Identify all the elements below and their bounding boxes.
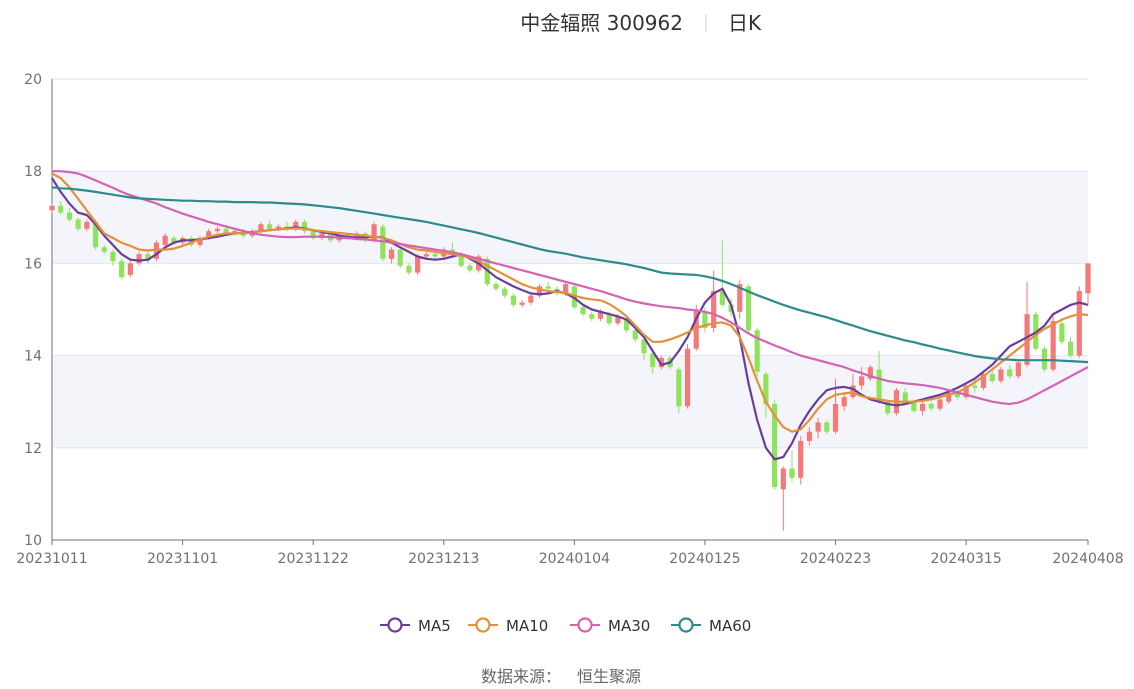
- candle-body: [876, 369, 882, 402]
- chart-title-period: 日K: [728, 11, 762, 35]
- candle-body: [676, 369, 682, 407]
- candle-body: [415, 256, 421, 273]
- candle-body: [937, 399, 943, 409]
- candle-body: [84, 221, 90, 229]
- grid-band: [52, 171, 1088, 264]
- kline-chart: 中金辐照 300962 日K 101214161820 20231011 2023…: [16, 11, 1124, 686]
- x-tick-label: 20240315: [930, 551, 1001, 567]
- legend-label-ma10: MA10: [506, 617, 548, 635]
- candle-body: [1007, 369, 1013, 377]
- legend-marker-ma10: [475, 617, 491, 633]
- chart-title-stock: 中金辐照 300962: [520, 11, 683, 35]
- legend[interactable]: MA5 MA10 MA30 MA60: [380, 617, 751, 635]
- x-tick-label: 20240408: [1052, 551, 1123, 567]
- candle-body: [859, 376, 865, 386]
- candle-body: [214, 228, 221, 232]
- candle-body: [919, 404, 926, 411]
- x-tick-label: 20240223: [800, 551, 871, 567]
- candle-body: [502, 288, 508, 296]
- grid-band: [52, 355, 1088, 448]
- candle-body: [528, 295, 534, 303]
- candle-body: [58, 205, 64, 213]
- candle-body: [493, 284, 499, 289]
- candle-body: [267, 224, 273, 229]
- candle-body: [406, 265, 412, 273]
- candle-body: [432, 254, 438, 257]
- candle-body: [832, 404, 839, 432]
- y-tick-label: 14: [24, 349, 42, 365]
- candle-body: [684, 348, 691, 407]
- candle-body: [806, 431, 813, 441]
- x-tick-label: 20240104: [539, 551, 610, 567]
- candle-body: [580, 307, 586, 315]
- candle-body: [632, 330, 638, 340]
- candle-body: [824, 422, 830, 432]
- candle-body: [1059, 323, 1065, 342]
- legend-label-ma30: MA30: [608, 617, 650, 635]
- y-tick-label: 18: [24, 164, 42, 180]
- chart-title: 中金辐照 300962 日K: [520, 11, 762, 35]
- candle-body: [545, 286, 551, 289]
- candle-body: [972, 385, 978, 388]
- x-tick-label: 20231101: [147, 551, 218, 567]
- y-tick-label: 12: [24, 441, 42, 457]
- source-name: 恒生聚源: [577, 667, 641, 686]
- candle-body: [815, 422, 821, 432]
- legend-marker-ma60: [678, 617, 694, 633]
- candle-body: [66, 212, 73, 220]
- candle-body: [1067, 341, 1074, 356]
- candle-body: [75, 219, 81, 229]
- candle-body: [989, 374, 995, 381]
- candle-body: [127, 263, 133, 275]
- candle-body: [49, 205, 55, 211]
- candle-body: [1050, 321, 1056, 370]
- y-tick-label: 10: [24, 533, 42, 549]
- y-axis: 10 12 14 16 18 20: [24, 72, 42, 549]
- legend-label-ma60: MA60: [709, 617, 751, 635]
- x-tick-label: 20231011: [16, 551, 87, 567]
- legend-label-ma5: MA5: [418, 617, 451, 635]
- candle-body: [780, 468, 786, 490]
- candle-body: [119, 261, 125, 278]
- candle-body: [101, 247, 107, 252]
- candle-body: [589, 314, 595, 319]
- candle-body: [902, 392, 908, 402]
- candle-body: [467, 265, 473, 271]
- y-tick-label: 20: [24, 72, 42, 88]
- candle-body: [162, 235, 168, 245]
- candle-body: [423, 254, 429, 257]
- x-tick-label: 20240125: [669, 551, 740, 567]
- x-tick-label: 20231122: [278, 551, 349, 567]
- x-tick-label: 20231213: [408, 551, 479, 567]
- candle-body: [928, 404, 934, 409]
- candle-body: [510, 295, 517, 305]
- candle-body: [519, 302, 525, 305]
- legend-marker-ma30: [577, 617, 593, 633]
- candle-body: [998, 369, 1004, 381]
- candle-body: [1041, 348, 1048, 370]
- legend-marker-ma5: [387, 617, 403, 633]
- candle-body: [841, 397, 847, 407]
- source-label: 数据来源：: [481, 667, 561, 686]
- gridlines: [52, 78, 1088, 541]
- candle-body: [798, 440, 804, 478]
- x-axis: 20231011 20231101 20231122 20231213 20240104…: [16, 79, 1124, 567]
- data-source: 数据来源： 恒生聚源: [481, 667, 641, 686]
- candle-body: [110, 251, 116, 262]
- candle-body: [789, 468, 795, 478]
- y-tick-label: 16: [24, 256, 42, 272]
- candle-body: [1076, 291, 1082, 356]
- candle-body: [136, 254, 142, 264]
- candle-body: [1015, 362, 1021, 377]
- candle-body: [1085, 263, 1091, 294]
- candle-body: [388, 249, 395, 259]
- candle-body: [397, 249, 403, 266]
